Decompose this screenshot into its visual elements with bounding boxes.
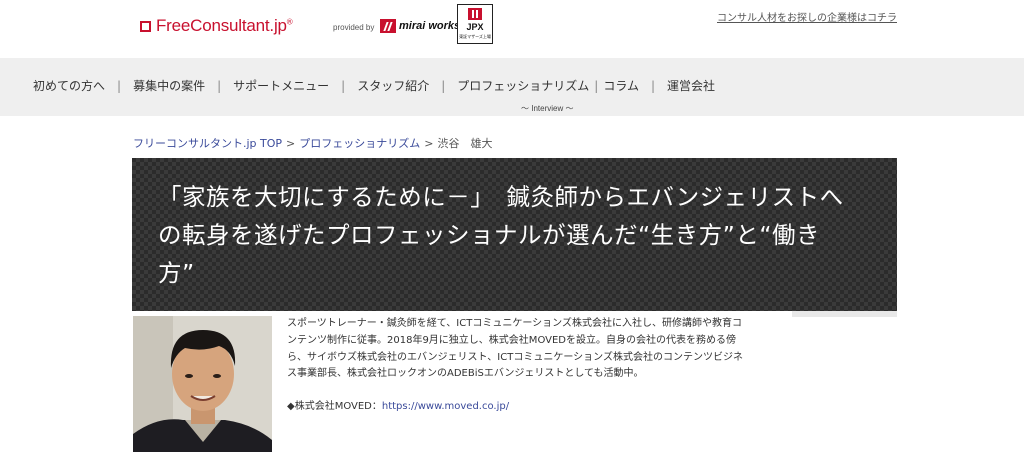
jpx-badge: JPX 東証マザーズ上場 (457, 4, 493, 44)
breadcrumb-professionalism[interactable]: プロフェッショナリズム (299, 137, 420, 150)
provided-by-label: provided by (333, 23, 375, 32)
nav-interview-sublabel: ～ Interview ～ (521, 104, 574, 113)
nav-item-column[interactable]: コラム (603, 77, 639, 94)
nav-divider: | (441, 78, 446, 93)
freeconsultant-logo-icon (140, 20, 151, 32)
nav-divider: | (650, 78, 655, 93)
site-logo[interactable]: FreeConsultant.jp® (140, 16, 293, 36)
company-url-link[interactable]: https://www.moved.co.jp/ (382, 401, 509, 412)
mirai-works-name: mirai works (399, 20, 461, 32)
jpx-sub-label: 東証マザーズ上場 (459, 34, 491, 39)
mirai-works-logo[interactable]: mirai works (380, 19, 460, 33)
nav-item-staff[interactable]: スタッフ紹介 (357, 77, 429, 94)
company-link-row: ◆株式会社MOVED：https://www.moved.co.jp/ (287, 397, 509, 412)
logo-text: FreeConsultant.jp® (156, 16, 293, 35)
nav-divider: | (594, 78, 599, 93)
breadcrumb-separator: > (286, 137, 296, 150)
breadcrumb-current: 渋谷 雄大 (437, 137, 493, 150)
corporate-client-link[interactable]: コンサル人材をお探しの企業様はコチラ (717, 9, 897, 24)
nav-divider: | (217, 78, 222, 93)
breadcrumb-home[interactable]: フリーコンサルタント.jp TOP (133, 137, 282, 150)
hero-shadow (792, 311, 897, 317)
profile-photo (133, 316, 272, 452)
nav-item-first-time[interactable]: 初めての方へ (33, 77, 105, 94)
site-header: FreeConsultant.jp® provided by mirai wor… (0, 0, 1024, 58)
article-title: 「家族を大切にするために－」 鍼灸師からエバンジェリストへの転身を遂げたプロフェ… (158, 183, 844, 287)
article-hero: 「家族を大切にするために－」 鍼灸師からエバンジェリストへの転身を遂げたプロフェ… (132, 158, 897, 311)
company-label: ◆株式会社MOVED： (287, 401, 382, 412)
mirai-works-logo-icon (380, 19, 396, 33)
main-nav: 初めての方へ | 募集中の案件 | サポートメニュー | スタッフ紹介 | プロ… (0, 58, 1024, 116)
nav-item-support-menu[interactable]: サポートメニュー (233, 77, 329, 94)
profile-bio: スポーツトレーナー・鍼灸師を経て、ICTコミュニケーションズ株式会社に入社し、研… (287, 318, 743, 380)
jpx-label: JPX (466, 22, 484, 32)
nav-divider: | (117, 78, 122, 93)
nav-item-company[interactable]: 運営会社 (667, 77, 715, 94)
breadcrumb-separator: > (424, 137, 434, 150)
jpx-logo-icon (468, 8, 482, 20)
nav-divider: | (341, 78, 346, 93)
nav-item-open-projects[interactable]: 募集中の案件 (133, 77, 205, 94)
breadcrumb: フリーコンサルタント.jp TOP > プロフェッショナリズム > 渋谷 雄大 (133, 135, 492, 151)
nav-item-professionalism[interactable]: プロフェッショナリズム (457, 77, 589, 94)
